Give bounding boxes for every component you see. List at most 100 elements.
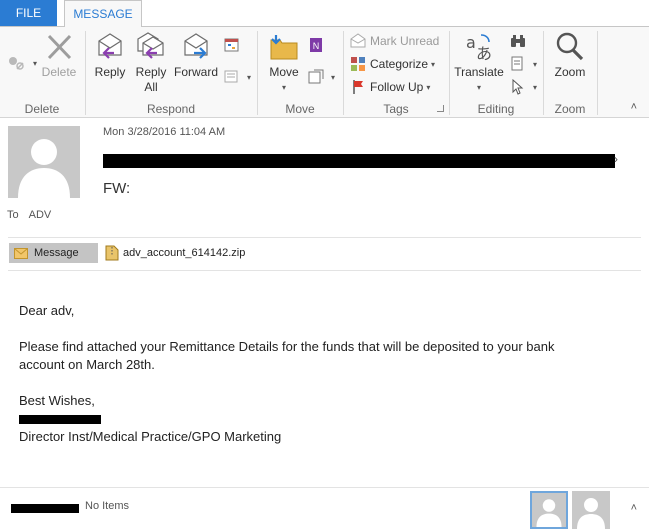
tags-group-label: Tags — [383, 102, 409, 116]
delete-label: Delete — [41, 65, 77, 79]
sent-date: Mon 3/28/2016 11:04 AM — [103, 126, 226, 138]
people-pane-status: No Items — [85, 500, 130, 512]
envelope-icon — [14, 247, 28, 259]
delete-group-label: Delete — [24, 102, 60, 116]
body-paragraph-line1: Please find attached your Remittance Det… — [19, 339, 555, 354]
translate-icon: a あ — [466, 33, 492, 63]
translate-label: Translate — [454, 65, 504, 79]
more-respond-button[interactable]: ▾ — [224, 67, 251, 87]
reply-icon — [98, 33, 122, 59]
zoom-group-label: Zoom — [554, 102, 586, 116]
meeting-button[interactable] — [224, 35, 244, 55]
reply-all-label-line2: All — [144, 80, 158, 94]
tab-message[interactable]: MESSAGE — [64, 0, 142, 27]
ribbon-tab-bar: FILE MESSAGE — [0, 0, 649, 27]
svg-text:あ: あ — [476, 44, 492, 63]
ribbon: ▾ Delete Delete Reply Reply All Forward … — [0, 26, 649, 118]
cursor-icon — [512, 79, 524, 95]
reply-all-label-line1: Reply — [135, 65, 167, 79]
editing-group-label: Editing — [477, 102, 515, 116]
forward-button[interactable]: Forward — [174, 31, 218, 80]
reply-all-button[interactable]: Reply All — [132, 31, 170, 95]
zoom-group: Zoom Zoom — [544, 27, 596, 118]
redacted-sender — [103, 154, 615, 168]
message-header: Mon 3/28/2016 11:04 AM › FW: To ADV — [0, 118, 649, 238]
svg-text:a: a — [466, 33, 476, 52]
zoom-button[interactable]: Zoom — [548, 31, 592, 80]
categorize-icon — [351, 57, 365, 71]
mark-unread-label: Mark Unread — [370, 34, 440, 48]
mark-unread-icon — [350, 33, 366, 48]
onenote-button[interactable]: N — [308, 35, 328, 55]
flag-icon — [353, 80, 363, 94]
people-avatar-selected[interactable] — [530, 491, 568, 529]
collapse-ribbon-icon[interactable]: ˄ — [631, 101, 637, 113]
related-icon — [511, 56, 523, 71]
ignore-icon — [9, 57, 24, 70]
body-greeting: Dear adv, — [19, 303, 75, 318]
zip-file-icon — [105, 245, 119, 261]
ignore-button[interactable]: ▾ — [6, 53, 37, 73]
follow-up-button[interactable]: Follow Up ▾ — [350, 77, 430, 97]
actions-icon — [308, 69, 324, 84]
body-closing: Best Wishes, — [19, 393, 95, 408]
forward-label: Forward — [174, 65, 219, 79]
zoom-label: Zoom — [554, 65, 586, 79]
to-recipient[interactable]: ADV — [29, 209, 52, 221]
respond-group: Reply Reply All Forward ▾ Respond — [86, 27, 256, 118]
move-group: Move ▾ N ▾ Move — [258, 27, 342, 118]
reply-button[interactable]: Reply — [92, 31, 128, 80]
move-button[interactable]: Move ▾ — [264, 31, 304, 95]
tags-dialog-launcher[interactable] — [437, 105, 444, 112]
meeting-icon — [224, 38, 239, 52]
attachment-zip[interactable]: adv_account_614142.zip — [105, 243, 245, 263]
redacted-signature-name — [19, 410, 629, 428]
follow-up-label: Follow Up — [370, 80, 424, 94]
recipient-line: To ADV — [7, 209, 51, 221]
message-tab-label: Message — [34, 247, 79, 259]
reply-label: Reply — [94, 65, 126, 79]
person-silhouette-icon — [577, 498, 605, 529]
tags-group: Mark Unread Categorize ▾ Follow Up ▾ Tag… — [344, 27, 448, 118]
forward-icon — [184, 33, 208, 59]
attachment-divider — [8, 270, 641, 271]
editing-group: a あ Translate ▾ ▾ ▾ Editing — [450, 27, 542, 118]
message-subject: FW: — [103, 180, 131, 197]
sender-avatar — [8, 126, 80, 198]
reply-all-icon — [137, 32, 164, 59]
people-avatar[interactable] — [572, 491, 610, 529]
delete-button[interactable]: Delete — [40, 31, 78, 80]
people-pane: No Items ˄ — [0, 487, 649, 532]
tab-file[interactable]: FILE — [0, 0, 57, 26]
magnifier-icon — [556, 32, 584, 61]
to-label: To — [7, 209, 19, 221]
group-divider — [597, 31, 598, 115]
folder-move-icon — [270, 35, 298, 60]
message-body: Dear adv, Please find attached your Remi… — [19, 302, 629, 446]
person-silhouette-icon — [18, 139, 70, 198]
body-signature-title: Director Inst/Medical Practice/GPO Marke… — [19, 429, 282, 444]
actions-button[interactable]: ▾ — [308, 67, 335, 87]
onenote-icon: N — [310, 38, 322, 52]
svg-text:N: N — [313, 41, 320, 51]
move-group-label: Move — [285, 102, 315, 116]
translate-button[interactable]: a あ Translate ▾ — [452, 31, 506, 95]
delete-x-icon — [47, 34, 72, 60]
related-button[interactable]: ▾ — [510, 54, 537, 74]
respond-group-label: Respond — [146, 102, 196, 116]
expand-people-pane-icon[interactable]: ˄ — [631, 502, 637, 514]
person-silhouette-icon — [536, 499, 562, 527]
message-view-tab[interactable]: Message — [9, 243, 98, 263]
body-paragraph-line2: account on March 28th. — [19, 357, 155, 372]
binoculars-icon — [511, 35, 525, 47]
delete-group: ▾ Delete Delete — [0, 27, 84, 118]
sender-expand-icon[interactable]: › — [614, 152, 618, 166]
more-respond-icon — [224, 70, 238, 83]
categorize-label: Categorize — [370, 57, 429, 71]
find-button[interactable] — [510, 31, 530, 51]
move-label: Move — [269, 65, 299, 79]
mark-unread-button[interactable]: Mark Unread — [350, 31, 439, 51]
redaction-bar — [19, 415, 101, 424]
select-button[interactable]: ▾ — [510, 77, 537, 97]
categorize-button[interactable]: Categorize ▾ — [350, 54, 435, 74]
